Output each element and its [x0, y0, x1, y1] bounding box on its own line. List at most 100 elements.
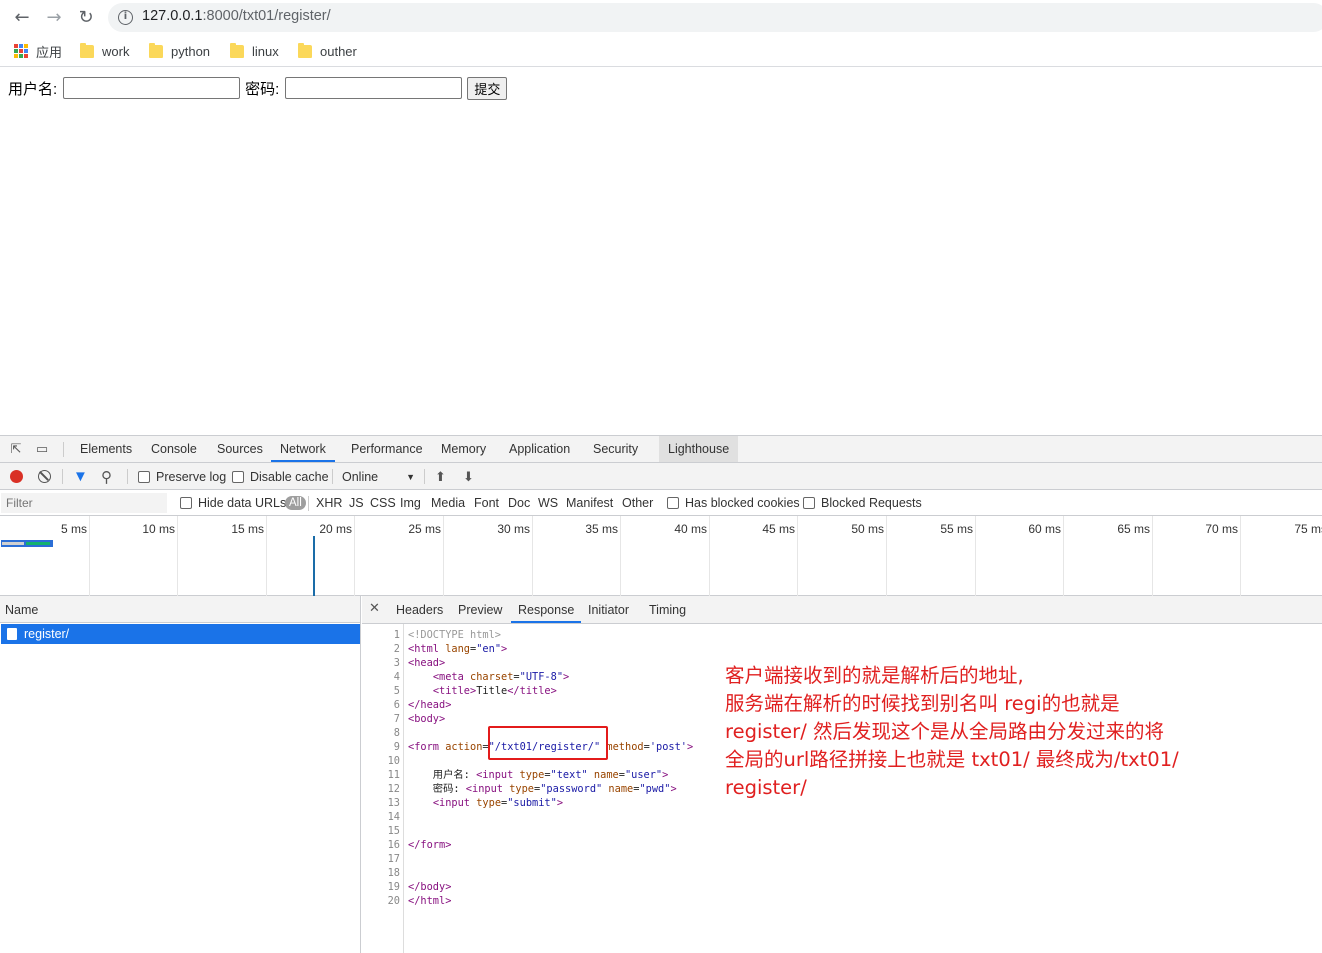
- filter-img[interactable]: Img: [400, 490, 421, 516]
- submit-button[interactable]: 提交: [467, 76, 508, 100]
- tab-console[interactable]: Console: [142, 436, 206, 462]
- bookmark-linux[interactable]: linux: [230, 41, 279, 61]
- filter-input[interactable]: [1, 493, 167, 513]
- timeline-tick-label: 60 ms: [1028, 522, 1061, 536]
- tab-memory[interactable]: Memory: [432, 436, 495, 462]
- tab-lighthouse[interactable]: Lighthouse: [659, 436, 739, 462]
- filter-ws[interactable]: WS: [538, 490, 558, 516]
- tab-headers[interactable]: Headers: [389, 596, 450, 623]
- disable-cache-label: Disable cache: [250, 469, 329, 484]
- tab-timing[interactable]: Timing: [642, 596, 693, 623]
- line-number: 17: [387, 853, 400, 865]
- bookmark-work[interactable]: work: [80, 41, 129, 61]
- line-number: 11: [387, 769, 400, 781]
- overview-download-segment: [26, 542, 50, 545]
- request-name: register/: [24, 627, 70, 641]
- throttling-select[interactable]: Online ▼: [342, 463, 415, 490]
- address-bar[interactable]: i 127.0.0.1:8000/txt01/register/: [108, 3, 1322, 32]
- forward-icon[interactable]: →: [42, 6, 66, 30]
- timeline-tick-label: 55 ms: [940, 522, 973, 536]
- tab-preview[interactable]: Preview: [451, 596, 509, 623]
- bookmark-python[interactable]: python: [149, 41, 210, 61]
- filter-css[interactable]: CSS: [370, 490, 396, 516]
- filter-media[interactable]: Media: [431, 490, 465, 516]
- folder-icon: [298, 42, 312, 58]
- bookmark-label: work: [102, 43, 130, 59]
- divider: [63, 442, 64, 457]
- bookmark-label: 应用: [36, 44, 63, 60]
- inspect-element-icon[interactable]: ⇱: [8, 442, 24, 457]
- hide-data-urls-checkbox[interactable]: Hide data URLs: [180, 490, 286, 516]
- timeline-gridline: [620, 516, 621, 596]
- filter-xhr[interactable]: XHR: [316, 490, 342, 516]
- line-number: 12: [387, 783, 400, 795]
- line-number: 2: [393, 643, 400, 655]
- password-input[interactable]: [285, 77, 463, 99]
- name-column-header[interactable]: Name: [0, 596, 360, 623]
- code-line: 密码: <input type="password" name="pwd">: [408, 783, 677, 795]
- username-input[interactable]: [63, 77, 241, 99]
- checkbox-icon: [138, 470, 150, 483]
- line-number: 6: [393, 699, 400, 711]
- filter-manifest[interactable]: Manifest: [566, 490, 613, 516]
- back-icon[interactable]: ←: [10, 6, 34, 30]
- disable-cache-checkbox[interactable]: Disable cache: [232, 463, 329, 490]
- request-row-register[interactable]: register/: [1, 624, 360, 644]
- line-number: 9: [393, 741, 400, 753]
- line-number-gutter: 1 2 3 4 5 6 7 8 9 10 11 12 13 14 15 16 17 18 19 20: [362, 624, 404, 953]
- bookmark-outher[interactable]: outher: [298, 41, 357, 61]
- bookmark-label: python: [171, 43, 211, 59]
- tab-application[interactable]: Application: [500, 436, 579, 462]
- clear-icon: [38, 470, 51, 483]
- overview-waiting-segment: [2, 542, 24, 545]
- record-button[interactable]: [10, 463, 23, 490]
- has-blocked-cookies-checkbox[interactable]: Has blocked cookies: [667, 490, 800, 516]
- line-number: 8: [393, 727, 400, 739]
- tab-initiator[interactable]: Initiator: [581, 596, 636, 623]
- blocked-requests-checkbox[interactable]: Blocked Requests: [803, 490, 922, 516]
- timeline-gridline: [1063, 516, 1064, 596]
- filter-doc[interactable]: Doc: [508, 490, 530, 516]
- timeline-overview[interactable]: 5 ms 10 ms 15 ms 20 ms 25 ms 30 ms 35 ms 40 ms 4…: [0, 516, 1322, 596]
- line-number: 18: [387, 867, 400, 879]
- divider: [424, 469, 425, 484]
- tab-security[interactable]: Security: [584, 436, 647, 462]
- code-line: <html lang="en">: [408, 643, 508, 655]
- apps-icon: [14, 44, 28, 58]
- preserve-log-checkbox[interactable]: Preserve log: [138, 463, 226, 490]
- username-label: 用户名:: [8, 80, 58, 98]
- import-har-icon[interactable]: ⬆: [435, 463, 446, 490]
- search-icon[interactable]: ⚲: [101, 463, 112, 490]
- filter-js[interactable]: JS: [349, 490, 364, 516]
- tab-network[interactable]: Network: [271, 436, 335, 462]
- tab-performance[interactable]: Performance: [342, 436, 432, 462]
- register-form: 用户名: 密码: 提交: [8, 76, 508, 100]
- bookmark-apps[interactable]: 应用: [14, 41, 62, 61]
- export-har-icon[interactable]: ⬇: [463, 463, 474, 490]
- filter-font[interactable]: Font: [474, 490, 499, 516]
- tab-response[interactable]: Response: [511, 596, 582, 623]
- timeline-gridline: [797, 516, 798, 596]
- tab-sources[interactable]: Sources: [208, 436, 272, 462]
- divider: [308, 496, 309, 511]
- bookmark-label: outher: [320, 43, 357, 59]
- action-highlight-box: [488, 726, 608, 760]
- filter-all-button[interactable]: All: [285, 490, 306, 516]
- line-number: 19: [387, 881, 400, 893]
- timeline-tick-label: 70 ms: [1205, 522, 1238, 536]
- request-list: Name register/: [0, 596, 361, 953]
- filter-other[interactable]: Other: [622, 490, 653, 516]
- close-icon[interactable]: ✕: [369, 600, 380, 616]
- code-line: </html>: [408, 895, 452, 907]
- line-number: 5: [393, 685, 400, 697]
- url-text[interactable]: 127.0.0.1:8000/txt01/register/: [142, 8, 331, 24]
- reload-icon[interactable]: ↻: [74, 6, 98, 30]
- clear-button[interactable]: [38, 463, 51, 490]
- filter-icon[interactable]: ▼: [73, 463, 88, 490]
- code-line: 用户名: <input type="text" name="user">: [408, 769, 669, 781]
- tab-elements[interactable]: Elements: [71, 436, 141, 462]
- site-info-icon[interactable]: i: [118, 10, 133, 25]
- annotation-line: register/ 然后发现这个是从全局路由分发过来的将: [725, 720, 1164, 743]
- device-toolbar-icon[interactable]: ▭: [34, 442, 50, 457]
- annotation-line: 客户端接收到的就是解析后的地址,: [725, 664, 1024, 687]
